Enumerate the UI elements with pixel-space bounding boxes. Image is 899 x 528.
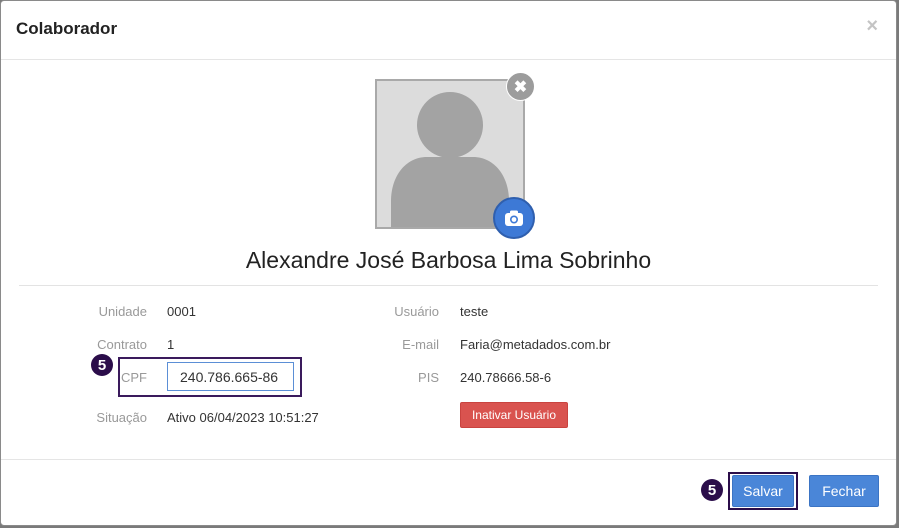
close-icon[interactable]: × <box>866 15 878 38</box>
contrato-value: 1 <box>167 337 175 352</box>
close-button[interactable]: Fechar <box>809 475 879 507</box>
email-value: Faria@metadados.com.br <box>460 337 611 352</box>
cpf-label: CPF <box>121 370 147 385</box>
dialog-title: Colaborador <box>16 19 118 38</box>
contrato-label: Contrato <box>97 337 147 352</box>
inactivate-user-button[interactable]: Inativar Usuário <box>460 402 568 428</box>
collaborator-name: Alexandre José Barbosa Lima Sobrinho <box>245 247 652 273</box>
footer-divider <box>1 459 896 460</box>
dialog-header: Colaborador × <box>1 1 896 60</box>
unidade-label: Unidade <box>98 304 147 319</box>
cpf-input[interactable] <box>167 362 294 391</box>
situacao-label: Situação <box>96 410 147 425</box>
pis-label: PIS <box>418 370 439 385</box>
collaborator-dialog: Colaborador × ✖ Alexandre José Barbosa L… <box>0 0 897 526</box>
situacao-value: Ativo 06/04/2023 10:51:27 <box>167 410 319 425</box>
email-label: E-mail <box>402 337 439 352</box>
divider <box>19 285 878 286</box>
usuario-value: teste <box>460 304 489 319</box>
unidade-value: 0001 <box>167 304 196 319</box>
usuario-label: Usuário <box>394 304 439 319</box>
step-badge-save: 5 <box>701 479 723 501</box>
pis-value: 240.78666.58-6 <box>460 370 552 385</box>
camera-icon[interactable] <box>493 197 535 239</box>
remove-photo-icon[interactable]: ✖ <box>506 72 535 101</box>
save-button[interactable]: Salvar <box>732 475 794 507</box>
